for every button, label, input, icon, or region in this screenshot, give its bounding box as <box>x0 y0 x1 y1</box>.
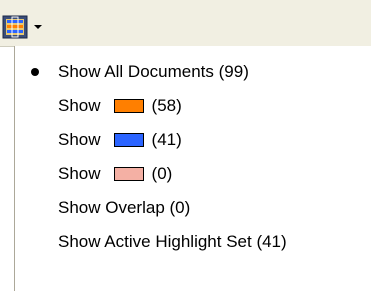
menu-item-label: Show All Documents (99) <box>58 62 249 81</box>
menu-item-count: (0) <box>151 164 173 183</box>
highlight-set-dropdown-button[interactable] <box>2 14 46 40</box>
pink-swatch-icon <box>113 167 144 181</box>
toolbar <box>0 0 371 47</box>
orange-swatch-icon <box>113 99 144 113</box>
menu-item-label: Show Overlap (0) <box>58 198 191 217</box>
menu-item-label: Show <box>58 130 101 149</box>
menu-item-label: Show <box>58 96 101 115</box>
menu-item-show-orange-set[interactable]: Show (58) <box>15 90 371 122</box>
menu-item-label: Show <box>58 164 101 183</box>
blue-swatch-icon <box>113 133 144 147</box>
menu-item-show-active-highlight-set[interactable]: Show Active Highlight Set (41) <box>15 226 371 258</box>
menu-item-show-all-documents[interactable]: Show All Documents (99) <box>15 56 371 88</box>
menu-item-count: (41) <box>151 130 182 149</box>
dropdown-arrow-icon <box>34 25 42 29</box>
menu-item-label: Show Active Highlight Set (41) <box>58 232 287 251</box>
selected-bullet-icon <box>31 68 39 76</box>
menu-item-show-blue-set[interactable]: Show (41) <box>15 124 371 156</box>
dropdown-menu: Show All Documents (99) Show (58) Show (… <box>14 46 371 291</box>
menu-item-show-pink-set[interactable]: Show (0) <box>15 158 371 190</box>
highlight-set-icon <box>2 15 28 39</box>
menu-item-show-overlap[interactable]: Show Overlap (0) <box>15 192 371 224</box>
menu-item-count: (58) <box>151 96 182 115</box>
